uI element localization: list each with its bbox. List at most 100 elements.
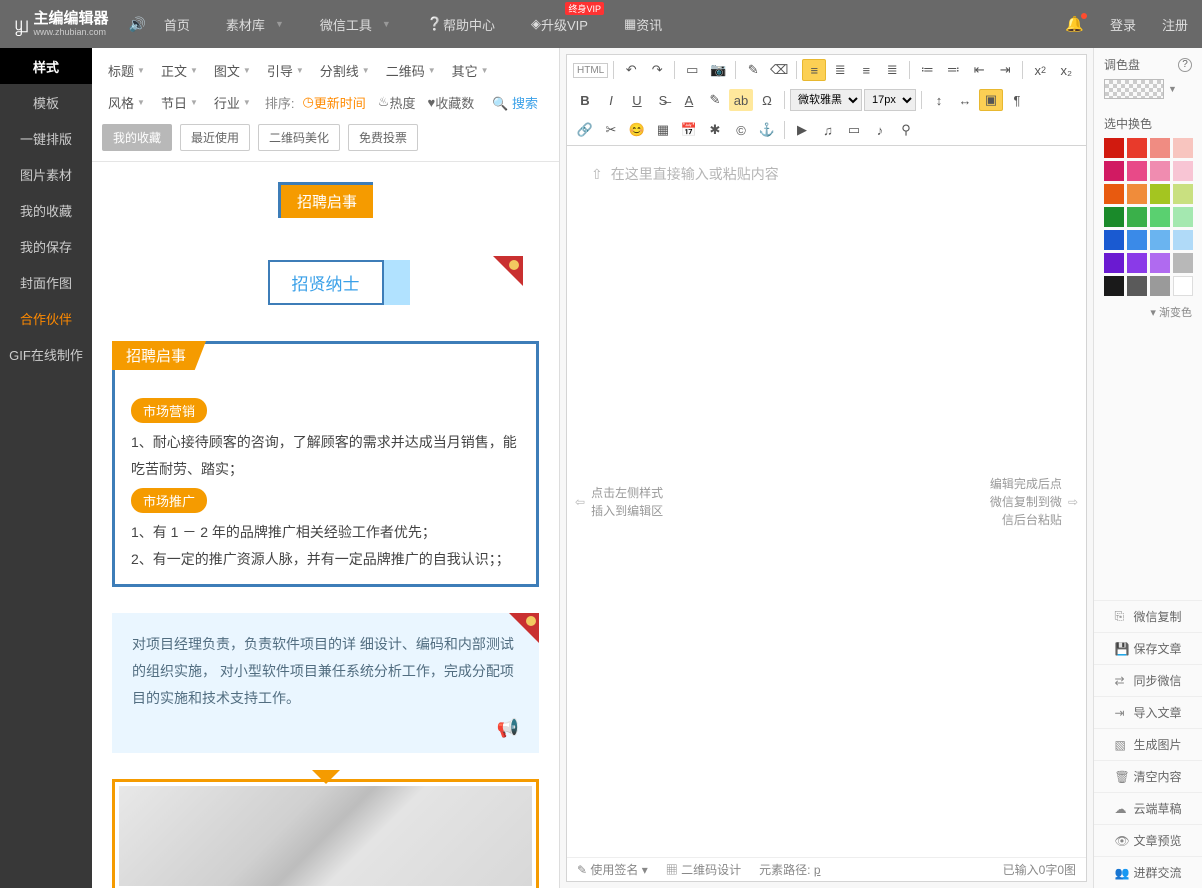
chevron-down-icon[interactable]: ▼ (1168, 84, 1177, 94)
color-swatch[interactable] (1104, 230, 1124, 250)
sidebar-images[interactable]: 图片素材 (0, 156, 92, 192)
color-swatch[interactable] (1173, 230, 1193, 250)
table-button[interactable]: ▦ (651, 119, 675, 141)
image2-button[interactable]: 📷 (706, 59, 730, 81)
editor-body[interactable]: ⇧ 在这里直接输入或粘贴内容 ⇦ 点击左侧样式插入到编辑区 编辑完成后点微信复制… (567, 146, 1086, 857)
unlink-button[interactable]: ✂ (599, 119, 623, 141)
redo-button[interactable]: ↷ (645, 59, 669, 81)
color-swatch[interactable] (1150, 184, 1170, 204)
lineheight-button[interactable]: ↕ (927, 89, 951, 111)
action-genimg[interactable]: ▧生成图片 (1094, 728, 1202, 760)
align-right-button[interactable]: ≡ (854, 59, 878, 81)
sidebar-cover[interactable]: 封面作图 (0, 264, 92, 300)
code-button[interactable]: ✱ (703, 119, 727, 141)
nav-vip[interactable]: ◈ 升级VIP 终身VIP (513, 0, 606, 48)
color-swatch[interactable] (1127, 138, 1147, 158)
italic-button[interactable]: I (599, 89, 623, 111)
color-swatch[interactable] (1150, 161, 1170, 181)
strike-button[interactable]: S̶ (651, 89, 675, 111)
card-button[interactable]: ▭ (842, 119, 866, 141)
ol-button[interactable]: ≕ (941, 59, 965, 81)
color-swatch[interactable] (1127, 161, 1147, 181)
filter-other[interactable]: 其它▼ (446, 59, 495, 82)
color-swatch[interactable] (1150, 230, 1170, 250)
align-justify-button[interactable]: ≣ (880, 59, 904, 81)
sidebar-saves[interactable]: 我的保存 (0, 228, 92, 264)
outdent-button[interactable]: ⇤ (967, 59, 991, 81)
link-button[interactable]: 🔗 (573, 119, 597, 141)
filter-festival[interactable]: 节日▼ (155, 91, 204, 114)
bell-icon[interactable]: 🔔 (1065, 15, 1084, 33)
music-button[interactable]: ♪ (868, 119, 892, 141)
sub-button[interactable]: x₂ (1054, 59, 1078, 81)
sort-hot[interactable]: ♨ 热度 (374, 91, 420, 114)
nav-news[interactable]: ▦ 资讯 (606, 0, 680, 48)
nav-help[interactable]: ❔帮助中心 (409, 0, 513, 48)
color-swatch[interactable] (1127, 276, 1147, 296)
action-wxcopy[interactable]: ⎘微信复制 (1094, 600, 1202, 632)
color-swatch[interactable] (1104, 184, 1124, 204)
spacing-button[interactable]: ↔ (953, 89, 977, 111)
styles-list[interactable]: 招聘启事 招贤纳士 招聘启事 市场营销 1、耐心接待顾客的咨询，了解顾客的需求并… (92, 162, 559, 888)
sort-fav[interactable]: ♥ 收藏数 (423, 91, 478, 114)
underline-button[interactable]: U (625, 89, 649, 111)
filter-qrcode[interactable]: 二维码▼ (380, 59, 442, 82)
style-card[interactable]: 对项目经理负责，负责软件项目的详 细设计、编码和内部测试的组织实施， 对小型软件… (112, 613, 539, 753)
color-swatch[interactable] (1173, 207, 1193, 227)
gradient-link[interactable]: ▾ 渐变色 (1104, 304, 1192, 320)
btn-free-vote[interactable]: 免费投票 (348, 124, 418, 151)
image-button[interactable]: ▭ (680, 59, 704, 81)
action-sync[interactable]: ⇄同步微信 (1094, 664, 1202, 696)
color-swatch[interactable] (1150, 207, 1170, 227)
action-save[interactable]: 💾保存文章 (1094, 632, 1202, 664)
video-button[interactable]: ▶ (790, 119, 814, 141)
sidebar-style[interactable]: 样式 (0, 48, 92, 84)
map-button[interactable]: ⚲ (894, 119, 918, 141)
help-icon[interactable]: ? (1178, 58, 1192, 72)
btn-qr-beautify[interactable]: 二维码美化 (258, 124, 340, 151)
color-swatch[interactable] (1150, 138, 1170, 158)
action-preview[interactable]: 👁文章预览 (1094, 824, 1202, 856)
fontcolor-button[interactable]: A (677, 89, 701, 111)
margin-button[interactable]: ▣ (979, 89, 1003, 111)
eraser-button[interactable]: ⌫ (767, 59, 791, 81)
logo[interactable]: ௶ 主编编辑器 www.zhubian.com (14, 11, 108, 38)
filter-title[interactable]: 标题▼ (102, 59, 151, 82)
emoji-button[interactable]: 😊 (625, 119, 649, 141)
symbol-button[interactable]: Ω (755, 89, 779, 111)
indent-button[interactable]: ⇥ (993, 59, 1017, 81)
bgcolor-button[interactable]: ✎ (703, 89, 727, 111)
sound-icon[interactable]: 🔊 (128, 16, 145, 33)
color-swatch[interactable] (1127, 253, 1147, 273)
html-source-button[interactable]: HTML (573, 63, 608, 78)
action-clear[interactable]: 🗑清空内容 (1094, 760, 1202, 792)
color-swatch[interactable] (1150, 276, 1170, 296)
nav-home[interactable]: 首页 (146, 0, 208, 48)
style-card[interactable] (112, 779, 539, 888)
font-family-select[interactable]: 微软雅黑 (790, 89, 862, 111)
nav-wechat-tools[interactable]: 微信工具▼ (302, 0, 409, 48)
style-card[interactable]: 招聘启事 市场营销 1、耐心接待顾客的咨询，了解顾客的需求并达成当月销售，能吃苦… (112, 341, 539, 587)
color-swatch[interactable] (1104, 138, 1124, 158)
qrdesign-link[interactable]: ▦ 二维码设计 (666, 861, 741, 878)
brush-button[interactable]: ✎ (741, 59, 765, 81)
color-swatch[interactable] (1173, 184, 1193, 204)
register-link[interactable]: 注册 (1162, 15, 1188, 34)
anchor-button[interactable]: ⚓ (755, 119, 779, 141)
search-link[interactable]: 🔍 搜索 (492, 93, 538, 112)
filter-imgtext[interactable]: 图文▼ (208, 59, 257, 82)
color-swatch[interactable] (1104, 207, 1124, 227)
float-button[interactable]: ¶ (1005, 89, 1029, 111)
signature-toggle[interactable]: ✎ 使用签名 ▾ (577, 861, 648, 878)
login-link[interactable]: 登录 (1110, 15, 1136, 34)
quotes-button[interactable]: © (729, 119, 753, 141)
sidebar-template[interactable]: 模板 (0, 84, 92, 120)
style-card[interactable]: 招聘启事 (112, 172, 539, 224)
sort-update[interactable]: ◷ 更新时间 (298, 91, 369, 114)
undo-button[interactable]: ↶ (619, 59, 643, 81)
action-cloud[interactable]: ☁云端草稿 (1094, 792, 1202, 824)
sidebar-partners[interactable]: 合作伙伴 (0, 300, 92, 336)
btn-recent[interactable]: 最近使用 (180, 124, 250, 151)
highlight-button[interactable]: ab (729, 89, 753, 111)
color-swatch[interactable] (1150, 253, 1170, 273)
